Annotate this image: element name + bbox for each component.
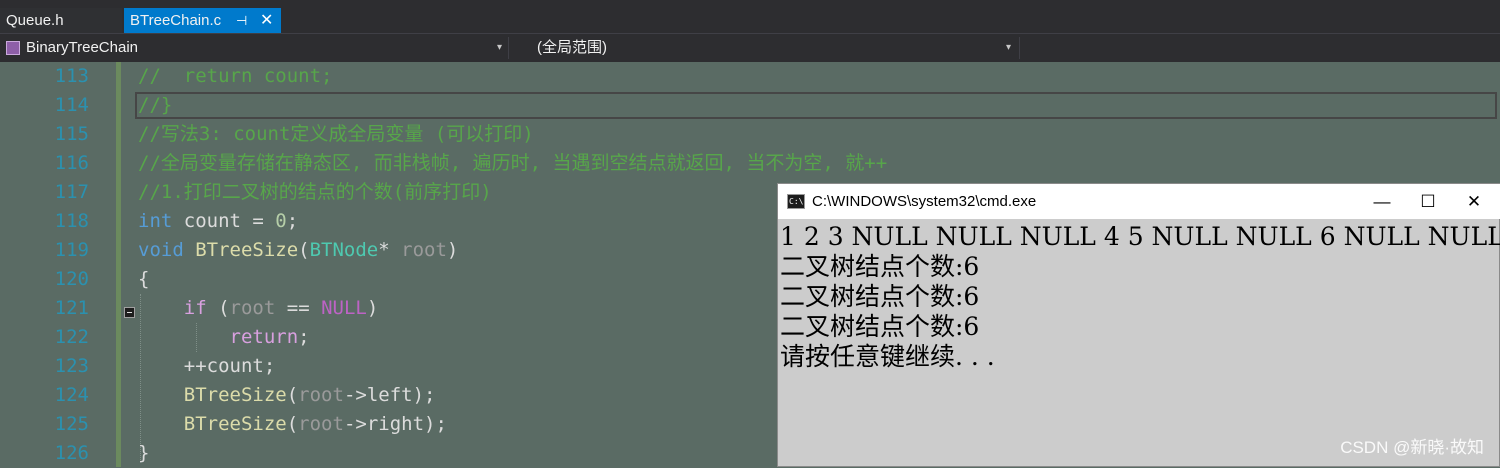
code-text: BTreeSize(root->right);	[138, 410, 447, 439]
code-text: void BTreeSize(BTNode* root)	[138, 236, 458, 265]
output-line: 二叉树结点个数:6	[780, 252, 980, 281]
divider	[508, 37, 509, 59]
code-text: int count = 0;	[138, 207, 298, 236]
keyword-token: if	[183, 297, 207, 319]
tab-btreechain-c[interactable]: BTreeChain.c ⊣ ✕	[124, 8, 281, 33]
output-line: 二叉树结点个数:6	[780, 282, 980, 311]
line-number: 126	[54, 442, 89, 464]
console-title: C:\WINDOWS\system32\cmd.exe	[812, 193, 1037, 210]
param-token: root	[401, 239, 447, 261]
maximize-button[interactable]: ☐	[1405, 184, 1451, 219]
line-number: 125	[54, 413, 89, 435]
line-number: 113	[54, 65, 89, 87]
type-token: BTNode	[309, 239, 379, 261]
minimize-button[interactable]: —	[1359, 184, 1405, 219]
code-line-current: 114 //}	[0, 91, 1500, 120]
function-token: BTreeSize	[183, 384, 287, 406]
number-token: 0	[275, 210, 287, 232]
line-number: 114	[54, 94, 89, 116]
operator-token: ==	[275, 297, 322, 319]
punct-token: )	[446, 239, 459, 261]
line-number: 118	[54, 210, 89, 232]
member-token: ->left	[343, 384, 413, 406]
param-token: root	[229, 297, 276, 319]
cmd-icon: C:\	[787, 194, 805, 209]
chevron-down-icon: ▾	[1005, 42, 1011, 53]
punct-token: )	[366, 297, 379, 319]
code-line: 113 // return count;	[0, 62, 1500, 91]
member-dropdown[interactable]	[1019, 37, 1498, 59]
chevron-down-icon: ▾	[496, 42, 502, 53]
line-number: 122	[54, 326, 89, 348]
line-number: 124	[54, 384, 89, 406]
code-text: ++count;	[138, 352, 276, 381]
scope-label: (全局范围)	[537, 39, 607, 56]
macro-token: NULL	[321, 297, 367, 319]
punct-token: (	[206, 297, 230, 319]
punct-token: );	[424, 413, 447, 435]
code-line: 116 //全局变量存储在静态区, 而非栈帧, 遍历时, 当遇到空结点就返回, …	[0, 149, 1500, 178]
function-token: BTreeSize	[183, 413, 287, 435]
param-token: root	[298, 384, 344, 406]
param-token: root	[298, 413, 344, 435]
code-text: // return count;	[138, 65, 333, 87]
tab-queue-h[interactable]: Queue.h	[0, 8, 122, 33]
line-number: 117	[54, 181, 89, 203]
code-text: if (root == NULL)	[138, 294, 379, 323]
code-text: BTreeSize(root->left);	[138, 381, 436, 410]
function-token: BTreeSize	[183, 239, 299, 261]
punct-token: (	[286, 413, 299, 435]
code-text: //1.打印二叉树的结点的个数(前序打印)	[138, 181, 492, 203]
member-token: ->right	[343, 413, 425, 435]
navigation-bar: BinaryTreeChain ▾ (全局范围) ▾	[0, 33, 1500, 62]
line-number: 120	[54, 268, 89, 290]
line-number: 123	[54, 355, 89, 377]
line-number: 116	[54, 152, 89, 174]
code-text: //全局变量存储在静态区, 而非栈帧, 遍历时, 当遇到空结点就返回, 当不为空…	[138, 152, 888, 174]
code-text: //写法3: count定义成全局变量 (可以打印)	[138, 123, 534, 145]
project-dropdown[interactable]: BinaryTreeChain ▾	[2, 37, 506, 59]
code-text: {	[138, 268, 150, 290]
close-button[interactable]: ✕	[1451, 184, 1497, 219]
document-tab-strip: Queue.h BTreeChain.c ⊣ ✕	[0, 0, 1500, 33]
keyword-token: void	[138, 239, 184, 261]
tab-label: BTreeChain.c	[130, 12, 222, 29]
code-text: }	[138, 442, 150, 464]
punct-token: *	[378, 239, 402, 261]
code-text: return;	[138, 323, 310, 352]
console-output: 1 2 3 NULL NULL NULL 4 5 NULL NULL 6 NUL…	[780, 222, 1500, 372]
line-number: 115	[54, 123, 89, 145]
keyword-token: return	[229, 326, 299, 348]
line-number: 121	[54, 297, 89, 319]
tab-label: Queue.h	[6, 12, 64, 29]
keyword-token: int	[138, 210, 173, 232]
output-line: 请按任意键继续. . .	[780, 342, 995, 371]
scope-dropdown[interactable]: (全局范围) ▾	[511, 37, 1015, 59]
punct-token: ;	[286, 210, 299, 232]
identifier-token: count =	[172, 210, 276, 232]
punct-token: (	[286, 384, 299, 406]
watermark: CSDN @新晓·故知	[1340, 438, 1484, 457]
output-line: 二叉树结点个数:6	[780, 312, 980, 341]
close-icon[interactable]: ✕	[260, 8, 273, 33]
current-line-highlight	[135, 92, 1497, 119]
output-line: 1 2 3 NULL NULL NULL 4 5 NULL NULL 6 NUL…	[780, 222, 1500, 251]
project-label: BinaryTreeChain	[26, 39, 138, 56]
pin-icon[interactable]: ⊣	[236, 8, 247, 33]
code-text: //}	[138, 94, 173, 116]
project-icon	[6, 41, 20, 55]
code-line: 115 //写法3: count定义成全局变量 (可以打印)	[0, 120, 1500, 149]
statement-token: ++count;	[183, 355, 276, 377]
console-titlebar[interactable]: C:\ C:\WINDOWS\system32\cmd.exe — ☐ ✕	[778, 184, 1500, 219]
punct-token: );	[412, 384, 436, 406]
console-window[interactable]: C:\ C:\WINDOWS\system32\cmd.exe — ☐ ✕ 1 …	[777, 183, 1500, 467]
line-number: 119	[54, 239, 89, 261]
punct-token: ;	[298, 326, 310, 348]
punct-token: (	[298, 239, 310, 261]
